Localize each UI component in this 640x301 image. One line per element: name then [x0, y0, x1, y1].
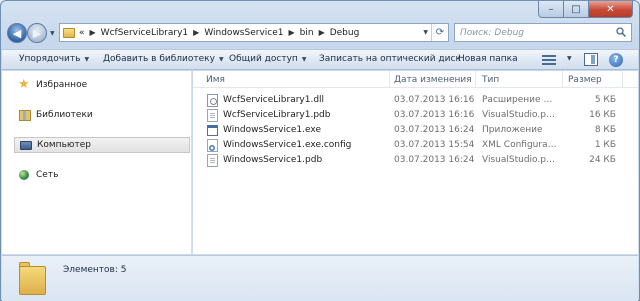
sidebar-item-label: Компьютер [37, 140, 91, 150]
file-date: 03.07.2013 16:16 [394, 95, 474, 105]
file-row[interactable]: WcfServiceLibrary1.pdb 03.07.2013 16:16 … [193, 108, 638, 123]
config-file-icon [207, 139, 218, 152]
new-folder-button[interactable]: Новая папка [458, 54, 518, 64]
share-button[interactable]: Общий доступ ▼ [229, 54, 306, 64]
column-header-type[interactable]: Тип [476, 71, 563, 88]
file-type: VisualStudio.pdb.... [482, 155, 558, 165]
chevron-down-icon: ▼ [301, 56, 307, 63]
organize-button[interactable]: Упорядочить ▼ [19, 54, 89, 64]
chevron-right-icon[interactable]: ▶ [90, 28, 96, 37]
share-label: Общий доступ [229, 54, 298, 64]
breadcrumb-overflow[interactable]: « [79, 28, 85, 38]
folder-icon [63, 27, 75, 38]
column-headers: Имя Дата изменения Тип Размер [193, 71, 638, 88]
back-button[interactable]: ◀ [7, 23, 27, 43]
navigation-pane: Избранное Библиотеки Компьютер Сеть [2, 71, 192, 254]
burn-button[interactable]: Записать на оптический диск [319, 54, 461, 64]
breadcrumb-item[interactable]: Debug [330, 28, 360, 38]
file-row[interactable]: WindowsService1.pdb 03.07.2013 16:24 Vis… [193, 153, 638, 168]
file-size: 5 КБ [594, 95, 616, 105]
sidebar-item-libraries[interactable]: Библиотеки [2, 107, 191, 123]
address-bar[interactable]: « ▶ WcfServiceLibrary1 ▶ WindowsService1… [59, 23, 449, 42]
breadcrumb-item[interactable]: bin [300, 28, 314, 38]
file-row[interactable]: WindowsService1.exe 03.07.2013 16:24 При… [193, 123, 638, 138]
file-name: WcfServiceLibrary1.pdb [223, 110, 331, 120]
search-placeholder: Поиск: Debug [460, 27, 524, 38]
recent-pages-dropdown[interactable]: ▼ [50, 30, 55, 37]
libraries-icon [19, 109, 31, 121]
item-count: Элементов: 5 [63, 265, 127, 275]
maximize-button[interactable]: □ [564, 1, 589, 18]
file-size: 8 КБ [594, 125, 616, 135]
add-to-library-label: Добавить в библиотеку [103, 54, 215, 64]
network-icon [19, 169, 31, 181]
chevron-down-icon: ▼ [84, 56, 90, 63]
star-icon [18, 77, 31, 92]
file-name: WindowsService1.exe [223, 125, 321, 135]
caption-buttons: – □ ✕ [538, 1, 633, 18]
pdb-file-icon [207, 109, 218, 122]
file-list: Имя Дата изменения Тип Размер WcfService… [193, 71, 638, 254]
file-size: 24 КБ [589, 155, 616, 165]
file-row[interactable]: WindowsService1.exe.config 03.07.2013 15… [193, 138, 638, 153]
dll-file-icon [207, 94, 218, 107]
file-name: WcfServiceLibrary1.dll [223, 95, 325, 105]
file-name: WindowsService1.pdb [223, 155, 323, 165]
column-header-date[interactable]: Дата изменения [390, 71, 476, 88]
details-pane: Элементов: 5 [2, 255, 638, 301]
sidebar-item-favorites[interactable]: Избранное [2, 77, 191, 93]
preview-pane-icon[interactable] [584, 53, 598, 66]
breadcrumb-item[interactable]: WindowsService1 [204, 28, 283, 38]
breadcrumb-item[interactable]: WcfServiceLibrary1 [101, 28, 188, 38]
explorer-window: – □ ✕ ◀ ▶ ▼ « ▶ WcfServiceLibrary1 ▶ Win… [0, 0, 640, 301]
computer-icon [20, 140, 32, 150]
organize-label: Упорядочить [19, 54, 81, 64]
refresh-icon[interactable]: ⟳ [431, 24, 448, 41]
command-bar: Упорядочить ▼ Добавить в библиотеку ▼ Общи… [2, 49, 638, 70]
file-date: 03.07.2013 16:24 [394, 125, 474, 135]
chevron-right-icon[interactable]: ▶ [193, 28, 199, 37]
new-folder-label: Новая папка [458, 54, 518, 64]
sidebar-item-label: Избранное [36, 80, 88, 90]
file-type: Расширение при... [482, 95, 558, 105]
file-type: VisualStudio.pdb.... [482, 110, 558, 120]
sidebar-item-computer[interactable]: Компьютер [14, 137, 190, 153]
file-date: 03.07.2013 16:24 [394, 155, 474, 165]
exe-file-icon [207, 125, 218, 136]
sidebar-item-label: Библиотеки [36, 110, 93, 120]
sidebar-item-label: Сеть [36, 170, 59, 180]
file-name: WindowsService1.exe.config [223, 140, 352, 150]
close-button[interactable]: ✕ [589, 1, 633, 18]
search-icon[interactable] [616, 27, 626, 37]
view-dropdown-icon[interactable]: ▼ [567, 55, 572, 62]
file-type: XML Configuratio... [482, 140, 558, 150]
chevron-right-icon[interactable]: ▶ [319, 28, 325, 37]
chevron-down-icon: ▼ [218, 56, 224, 63]
navigation-buttons: ◀ ▶ ▼ [7, 22, 55, 44]
file-row[interactable]: WcfServiceLibrary1.dll 03.07.2013 16:16 … [193, 93, 638, 108]
pdb-file-icon [207, 154, 218, 167]
help-icon[interactable]: ? [609, 53, 623, 67]
add-to-library-button[interactable]: Добавить в библиотеку ▼ [103, 54, 224, 64]
file-date: 03.07.2013 15:54 [394, 140, 474, 150]
chevron-right-icon[interactable]: ▶ [288, 28, 294, 37]
sidebar-item-network[interactable]: Сеть [2, 167, 191, 183]
search-input[interactable]: Поиск: Debug [454, 23, 632, 42]
minimize-button[interactable]: – [538, 1, 564, 18]
forward-button[interactable]: ▶ [27, 23, 47, 43]
file-date: 03.07.2013 16:16 [394, 110, 474, 120]
file-size: 16 КБ [589, 110, 616, 120]
view-options-icon[interactable] [542, 53, 556, 66]
file-size: 1 КБ [594, 140, 616, 150]
folder-icon [19, 262, 46, 295]
address-dropdown-icon[interactable]: ▼ [423, 29, 428, 36]
file-type: Приложение [482, 125, 543, 135]
column-header-name[interactable]: Имя [193, 71, 390, 88]
column-header-size[interactable]: Размер [563, 71, 623, 88]
burn-label: Записать на оптический диск [319, 54, 461, 64]
